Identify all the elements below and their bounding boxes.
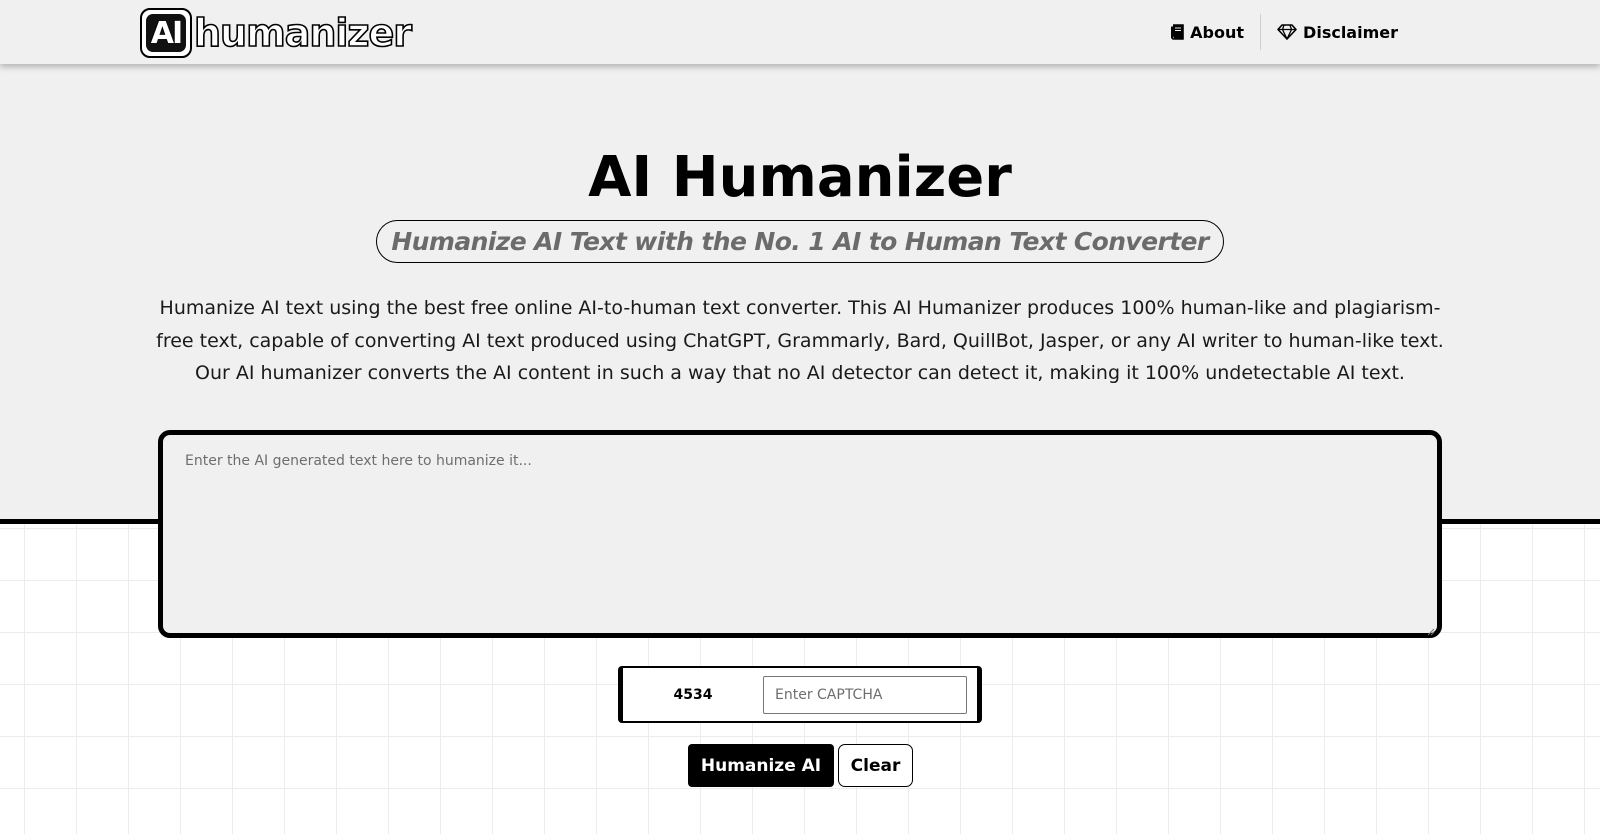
- captcha-code: 4534: [673, 686, 713, 703]
- nav-disclaimer-link[interactable]: Disclaimer: [1261, 14, 1414, 50]
- nav-about-label: About: [1190, 22, 1245, 42]
- site-logo[interactable]: AI humanizer: [140, 8, 413, 58]
- ai-text-input[interactable]: [185, 453, 1415, 615]
- logo-wordmark: humanizer: [193, 10, 413, 56]
- page-title: AI Humanizer: [588, 145, 1012, 210]
- resize-handle-icon[interactable]: [1425, 621, 1435, 636]
- page-description: Humanize AI text using the best free onl…: [156, 297, 1444, 384]
- book-icon: [1170, 24, 1184, 40]
- diamond-icon: [1277, 24, 1297, 40]
- action-buttons: Humanize AI Clear: [688, 744, 913, 787]
- navbar: AI humanizer About Disclaimer: [0, 0, 1600, 64]
- captcha-box: 4534: [618, 666, 982, 723]
- logo-badge-text: AI: [150, 15, 183, 51]
- main-nav: About Disclaimer: [1154, 14, 1414, 50]
- page-subtitle: Humanize AI Text with the No. 1 AI to Hu…: [391, 227, 1209, 256]
- logo-badge: AI: [140, 8, 192, 58]
- nav-disclaimer-label: Disclaimer: [1303, 22, 1398, 42]
- text-editor-container: [158, 430, 1442, 638]
- nav-about-link[interactable]: About: [1154, 14, 1260, 50]
- captcha-input[interactable]: [763, 675, 967, 714]
- subtitle-pill: Humanize AI Text with the No. 1 AI to Hu…: [376, 220, 1224, 263]
- humanize-button[interactable]: Humanize AI: [688, 744, 834, 787]
- clear-button[interactable]: Clear: [838, 744, 913, 787]
